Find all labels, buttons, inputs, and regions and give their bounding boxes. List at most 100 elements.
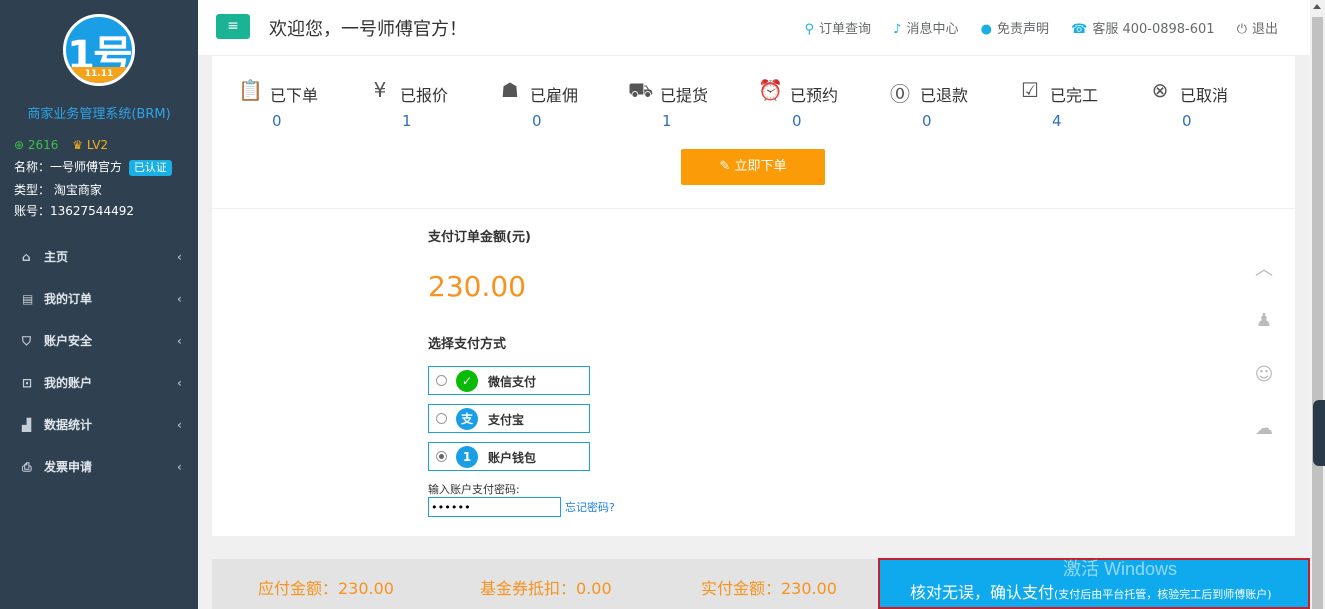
crown-icon: ♛ (72, 138, 84, 152)
scrollbar-thumb[interactable] (1312, 17, 1323, 609)
status-count: 0 (532, 112, 542, 130)
page-scrollbar[interactable] (1310, 0, 1325, 609)
service-link[interactable]: ☎ 客服 400-0898-601 (1071, 22, 1214, 37)
status-label: 已完工 (1050, 86, 1099, 105)
confirm-payment-label: 核对无误，确认支付(支付后由平台托管，核验完工后到师傅账户) (910, 579, 1272, 603)
wechat-pay-icon: ✓ (456, 370, 478, 392)
user-name-line: 名称：一号师傅官方 已认证 (14, 158, 172, 176)
forgot-password-link[interactable]: 忘记密码? (565, 499, 615, 515)
confirm-sub-text: (支付后由平台托管，核验完工后到师傅账户) (1054, 588, 1272, 601)
user-name: 名称：一号师傅官方 (14, 160, 123, 174)
windows-activation-watermark: 激活 Windows (1063, 559, 1178, 579)
wallet-icon: 1 (456, 446, 478, 468)
sidebar-item-label: 我的订单 (44, 292, 93, 306)
clipboard-done-icon: ☑ (1021, 78, 1039, 102)
password-label: 输入账户支付密码: (428, 483, 520, 496)
radio-button[interactable] (436, 375, 447, 386)
chevron-left-icon: ‹ (177, 418, 182, 432)
amount-value: 230.00 (428, 270, 526, 303)
sidebar-item-label: 账户安全 (44, 334, 93, 348)
shield-icon: ⛉ (22, 334, 32, 348)
alarm-clock-icon: ⏰ (758, 78, 783, 102)
payment-option-alipay[interactable]: 支 支付宝 (428, 404, 590, 433)
power-icon: ⏻ (1236, 22, 1247, 37)
payment-password-input[interactable] (428, 497, 561, 517)
disclaimer-label: 免责声明 (996, 22, 1049, 37)
bar-chart-icon: ▟ (22, 418, 32, 432)
status-label: 已下单 (270, 86, 319, 105)
sidebar-item-label: 发票申请 (44, 460, 93, 474)
status-count: 4 (1052, 112, 1062, 130)
wechat-icon[interactable]: ☁ (1252, 418, 1276, 439)
order-query-link[interactable]: ⚲ 订单查询 (804, 22, 871, 37)
refund-icon: ⓪ (890, 82, 910, 106)
coin-count: 2616 (27, 138, 59, 152)
radio-button[interactable] (436, 413, 447, 424)
status-label: 已退款 (920, 86, 969, 105)
sidebar-item-orders[interactable]: ▤ 我的订单 ‹ (0, 278, 198, 320)
sidebar-item-account[interactable]: ⊡ 我的账户 ‹ (0, 362, 198, 404)
search-icon: ⚲ (804, 22, 814, 37)
scroll-up-arrow-icon[interactable] (1313, 4, 1321, 9)
message-center-link[interactable]: ♪ 消息中心 (893, 22, 958, 37)
brand-logo: 1号 11.11 (63, 14, 135, 86)
sidebar-item-home[interactable]: ⌂ 主页 ‹ (0, 236, 198, 278)
top-links: ⚲ 订单查询 ♪ 消息中心 ● 免责声明 ☎ 客服 400-0898-601 ⏻ 退出 (786, 18, 1278, 37)
confirm-main-text: 核对无误，确认支付 (910, 583, 1055, 602)
list-icon: ▤ (22, 292, 34, 306)
welcome-text: 欢迎您，一号师傅官方！ (269, 19, 467, 40)
status-label: 已报价 (400, 86, 449, 105)
payment-option-wallet[interactable]: 1 账户钱包 (428, 442, 590, 471)
status-count: 0 (1182, 112, 1192, 130)
radio-button-selected[interactable] (436, 451, 447, 462)
sidebar-item-statistics[interactable]: ▟ 数据统计 ‹ (0, 404, 198, 446)
chevron-left-icon: ‹ (177, 250, 182, 264)
back-to-top-icon[interactable]: ︿ (1252, 255, 1276, 281)
amount-label: 支付订单金额(元) (428, 230, 531, 245)
bell-icon: ♪ (893, 22, 902, 37)
verified-badge: 已认证 (128, 160, 172, 176)
hamburger-icon: ≡ (227, 18, 239, 34)
service-label: 客服 400-0898-601 (1092, 22, 1215, 37)
chevron-left-icon: ‹ (177, 460, 182, 474)
menu-toggle-button[interactable]: ≡ (216, 14, 250, 39)
cancel-icon: ⊗ (1151, 78, 1169, 102)
order-query-label: 订单查询 (819, 22, 872, 37)
phone-icon: ☎ (1071, 22, 1088, 37)
sidebar-item-invoice[interactable]: ⎙ 发票申请 ‹ (0, 446, 198, 488)
status-label: 已提货 (660, 86, 709, 105)
order-now-button[interactable]: ✎ 立即下单 (681, 149, 825, 185)
voucher-deduction: 基金券抵扣：0.00 (480, 579, 612, 598)
edit-icon: ✎ (719, 159, 735, 174)
home-icon: ⌂ (22, 250, 31, 264)
order-status-panel: 📋 已下单 0 ¥ 已报价 1 ☗ 已雇佣 0 ⛟ 已提货 1 ⏰ 已预约 0 … (212, 56, 1295, 208)
sidebar-item-label: 我的账户 (44, 376, 93, 390)
sidebar-item-security[interactable]: ⛉ 账户安全 ‹ (0, 320, 198, 362)
payment-option-wechat[interactable]: ✓ 微信支付 (428, 366, 590, 395)
chevron-left-icon: ‹ (177, 376, 182, 390)
status-label: 已雇佣 (530, 86, 579, 105)
user-level: LV2 (86, 138, 109, 152)
truck-icon: ⛟ (628, 78, 654, 102)
payment-option-label: 账户钱包 (488, 451, 537, 465)
disclaimer-link[interactable]: ● 免责声明 (981, 22, 1049, 37)
coin-icon: ⊕ (14, 138, 25, 152)
payment-option-label: 微信支付 (488, 375, 537, 389)
logout-link[interactable]: ⏻ 退出 (1237, 22, 1278, 37)
sidebar-item-label: 数据统计 (44, 418, 93, 432)
logo-band: 11.11 (66, 67, 132, 83)
status-count: 1 (402, 112, 412, 130)
status-count: 0 (792, 112, 802, 130)
user-type: 类型： 淘宝商家 (14, 183, 102, 197)
printer-icon: ⎙ (22, 460, 32, 474)
alipay-icon: 支 (456, 408, 478, 430)
actual-amount: 实付金额：230.00 (701, 579, 837, 598)
sidebar: 1号 11.11 商家业务管理系统(BRM) ⊕ 2616 ♛ LV2 名称：一… (0, 0, 198, 609)
quote-yen-icon: ¥ (373, 78, 387, 102)
customer-service-icon[interactable]: ☺ (1252, 364, 1276, 385)
chevron-left-icon: ‹ (177, 292, 182, 306)
order-now-label: 立即下单 (734, 159, 787, 174)
qq-icon[interactable]: ♟ (1252, 310, 1276, 331)
side-widget-tab[interactable] (1313, 400, 1325, 466)
status-count: 0 (922, 112, 932, 130)
